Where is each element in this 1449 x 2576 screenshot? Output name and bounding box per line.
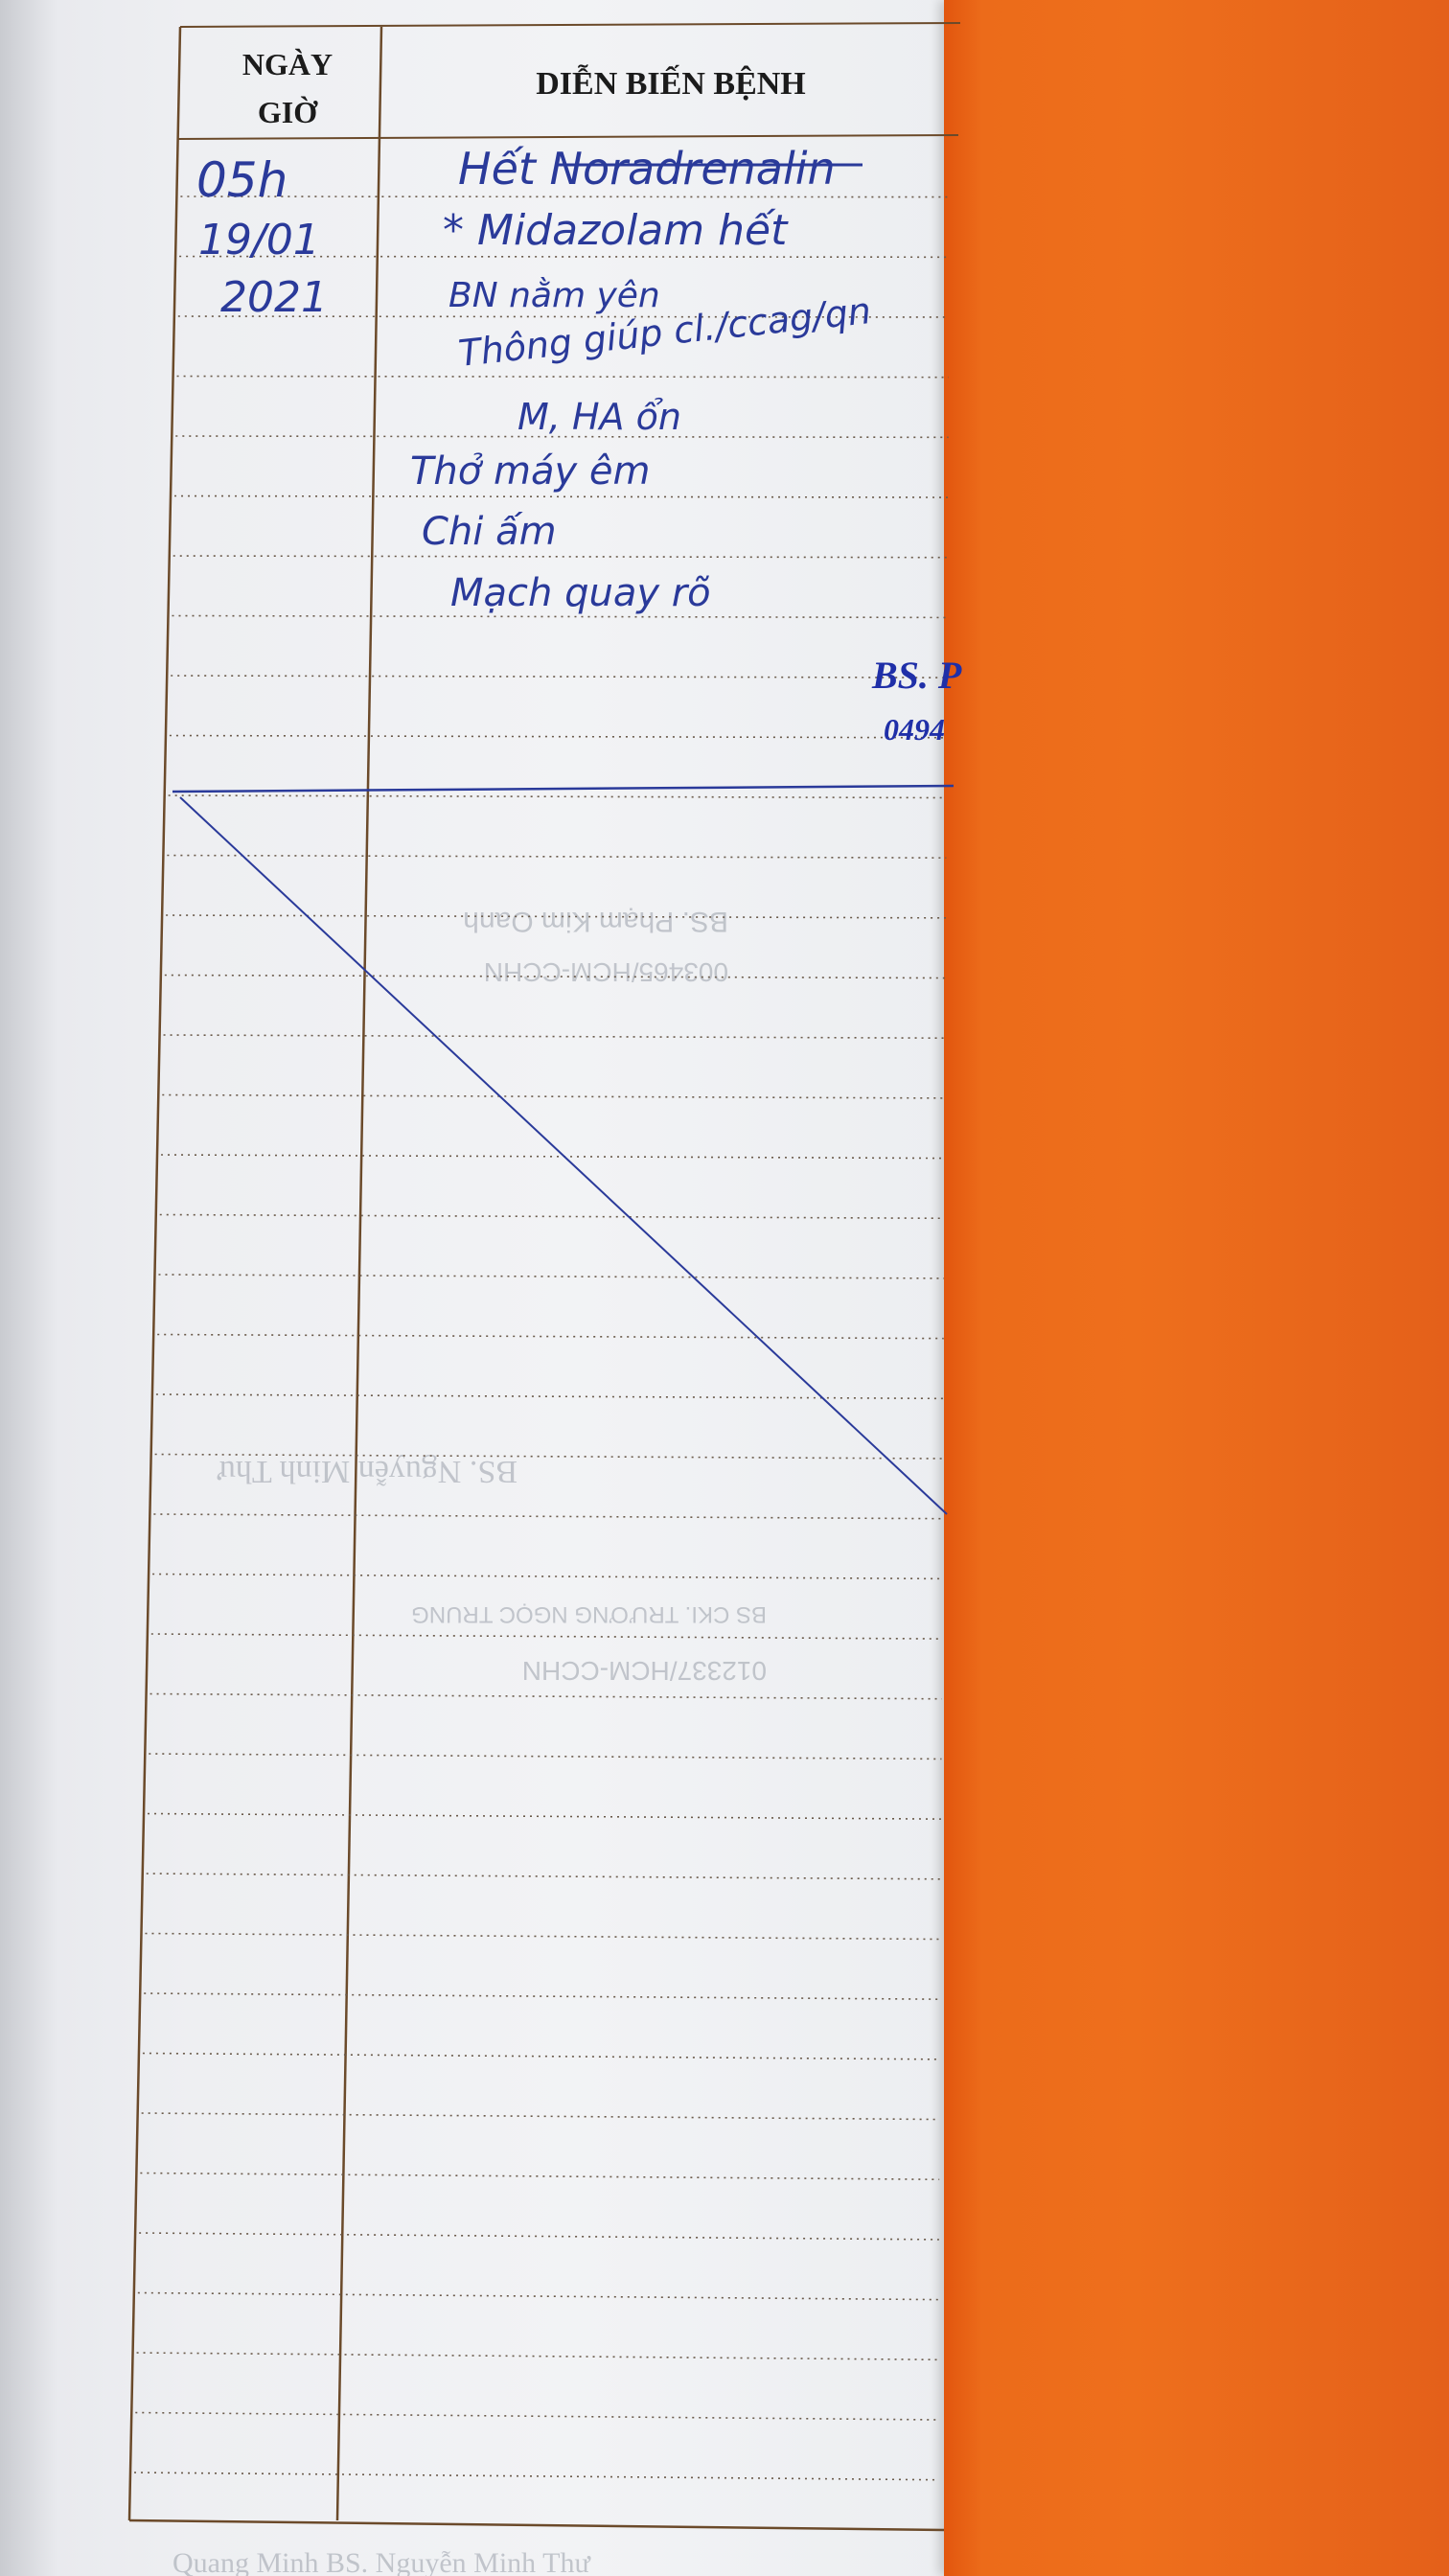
progress-notes-form: BS. Phạm Kim Oanh 003465/HCM-CCHN BS. Ng…: [127, 22, 962, 2576]
table-top-border: [179, 22, 961, 28]
doctor-stamp: BS. P 0494: [871, 654, 962, 747]
table-bottom-border: [128, 2518, 945, 2532]
dotted-rule-line: [137, 2291, 939, 2301]
note-line-1: Hết Noradrenalin: [458, 143, 836, 195]
dotted-rule-line: [168, 794, 947, 799]
dotted-rule-line: [144, 1992, 941, 2000]
note-line-5: M, HA ổn: [518, 396, 681, 438]
table-left-border: [127, 26, 182, 2521]
dotted-rule-line: [148, 1812, 942, 1820]
dotted-rule-line: [152, 1573, 943, 1580]
dotted-rule-line: [141, 2112, 940, 2121]
dotted-rule-line: [167, 854, 947, 859]
dotted-rule-line: [136, 2352, 939, 2361]
date-column-header-line1: NGÀY: [242, 47, 333, 81]
header-bottom-border: [177, 134, 959, 140]
entry-separator-line: [172, 784, 954, 794]
bleed-through-name-2: BS. Nguyễn Minh Thư: [217, 1454, 518, 1489]
dotted-rule-line: [158, 1274, 945, 1279]
dotted-rule-line: [140, 2172, 940, 2181]
progress-column-header: DIỄN BIẾN BỆNH: [536, 64, 806, 102]
dotted-rule-line: [153, 1513, 943, 1520]
entry-time: 05h: [196, 152, 288, 208]
dotted-rule-line: [169, 734, 948, 739]
bleed-through-name-3: BS CKI. TRƯƠNG NGỌC TRUNG: [411, 1601, 767, 1627]
dotted-rule-line: [161, 1154, 945, 1160]
dotted-rule-line: [134, 2472, 938, 2481]
stamp-doctor-name: BS. P: [871, 654, 962, 697]
note-line-6: Thở máy êm: [410, 449, 650, 494]
dotted-rule-line: [162, 1093, 946, 1099]
dotted-rule-line: [150, 1633, 943, 1640]
dotted-rule-line: [176, 375, 949, 379]
note-line-2: * Midazolam hết: [443, 206, 789, 255]
dotted-rule-line: [149, 1753, 942, 1760]
date-column-header-line2: GIỜ: [258, 95, 318, 129]
dotted-rule-line: [180, 196, 950, 198]
bleed-through-layer: BS. Phạm Kim Oanh 003465/HCM-CCHN BS. Ng…: [172, 906, 767, 2576]
dotted-rule-line: [145, 1932, 941, 1941]
dotted-rule-line: [135, 2411, 938, 2421]
entry-date: 19/01: [198, 216, 320, 264]
dotted-rule-line: [146, 1873, 941, 1880]
dotted-rule-line: [159, 1213, 945, 1220]
bleed-through-name-1: BS. Phạm Kim Oanh: [463, 906, 728, 937]
note-line-3: BN nằm yên: [448, 276, 660, 315]
dotted-rule-line: [139, 2232, 939, 2241]
note-line-7: Chi ấm: [422, 510, 557, 554]
dotted-rule-line: [142, 2052, 940, 2060]
column-divider: [335, 26, 383, 2521]
dotted-rule-line: [157, 1333, 944, 1340]
progress-notes: Hết Noradrenalin * Midazolam hết BN nằm …: [410, 143, 873, 615]
dotted-rule-line: [172, 614, 948, 619]
bleed-through-bottom-text: Quang Minh BS. Nguyễn Minh Thư: [172, 2547, 591, 2576]
dotted-rule-line: [163, 1034, 946, 1040]
bleed-through-code-1: 003465/HCM-CCHN: [484, 957, 728, 987]
dotted-rule-line: [174, 494, 949, 498]
dotted-rule-line: [171, 675, 948, 678]
void-diagonal-line: [179, 796, 948, 1515]
note-line-8: Mạch quay rõ: [450, 571, 711, 615]
entry-year: 2021: [220, 273, 328, 322]
dotted-rule-line: [155, 1393, 944, 1400]
stamp-license-number: 0494: [884, 712, 945, 747]
dotted-rule-line: [150, 1692, 942, 1700]
dotted-rule-line: [172, 555, 948, 559]
bleed-through-code-3: 012337/HCM-CCHN: [522, 1656, 767, 1686]
